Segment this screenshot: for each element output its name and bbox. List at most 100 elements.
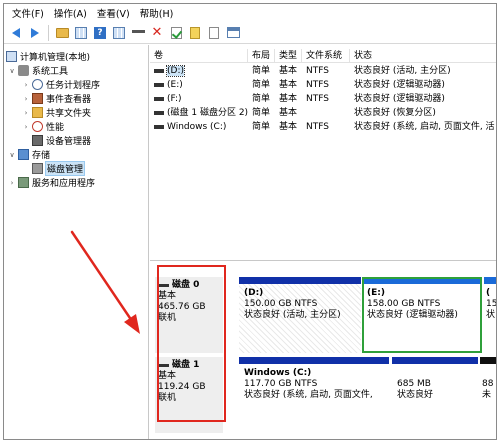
partition-body: (E:) 158.00 GB NTFS 状态良好 (逻辑驱动器) [362,284,482,321]
tree-label: 任务计划程序 [46,81,101,91]
partition-size: 685 MB [397,379,431,389]
chevron-right-icon[interactable]: › [22,81,30,89]
tree-label: 磁盘管理 [44,161,86,176]
menu-view[interactable]: 查看(V) [92,6,135,20]
partition-body: ( 15 状 [484,284,497,321]
chevron-down-icon[interactable]: ∨ [8,151,16,159]
annotation-arrow-icon [70,230,140,334]
properties-button[interactable] [73,25,89,41]
delete-button[interactable]: ✕ [149,25,165,41]
key-icon [131,29,145,36]
table-row[interactable]: (E:) 简单 基本 NTFS 状态良好 (逻辑驱动器) [150,79,496,92]
volume-name: Windows (C:) [167,122,227,132]
tools-icon [18,65,29,76]
menu-file[interactable]: 文件(F) [7,6,49,20]
partition-body: (D:) 150.00 GB NTFS 状态良好 (活动, 主分区) [239,284,361,353]
partition-size: 15 [486,299,497,309]
tree-item-storage[interactable]: ∨ 存储 [8,148,50,161]
chevron-right-icon[interactable]: › [22,123,30,131]
tree-item-root[interactable]: 计算机管理(本地) [6,50,90,63]
cell-volume: (磁盘 1 磁盘分区 2) [150,107,248,120]
cell-volume: (F:) [150,93,248,106]
tree-label: 服务和应用程序 [32,179,96,189]
chevron-right-icon[interactable]: › [8,179,16,187]
table-row[interactable]: (F:) 简单 基本 NTFS 状态良好 (逻辑驱动器) [150,93,496,106]
tree-item-services[interactable]: › 服务和应用程序 [8,176,95,189]
partition-cap [484,277,496,284]
menu-action[interactable]: 操作(A) [49,6,92,20]
partition-size: 117.70 GB NTFS [244,379,318,389]
doc-button[interactable] [187,25,203,41]
window-icon [226,27,240,38]
column-header-volume[interactable]: 卷 [150,49,248,63]
partition-f[interactable]: ( 15 状 [484,277,497,353]
partition-status: 状态良好 [397,390,434,400]
tree-item-performance[interactable]: › 性能 [22,120,64,133]
volume-icon [154,82,164,87]
event-viewer-icon [32,93,43,104]
partition-status: 状态良好 (逻辑驱动器) [367,310,458,320]
partition-d[interactable]: (D:) 150.00 GB NTFS 状态良好 (活动, 主分区) [239,277,361,353]
partition-c[interactable]: Windows (C:) 117.70 GB NTFS 状态良好 (系统, 启动… [239,357,389,433]
view-button[interactable] [111,25,127,41]
table-row[interactable]: (磁盘 1 磁盘分区 2) 简单 基本 状态良好 (恢复分区) [150,107,496,120]
volume-icon [154,124,164,129]
back-button[interactable] [8,25,24,41]
cell-status: 状态良好 (逻辑驱动器) [354,80,445,90]
toolbar-separator [48,24,49,41]
partition-unallocated[interactable]: 88 未 [480,357,496,433]
tree-item-disk-management[interactable]: 磁盘管理 [32,161,86,176]
tree-item-device-manager[interactable]: 设备管理器 [32,134,91,147]
cell-volume: (E:) [150,79,248,92]
column-header-layout[interactable]: 布局 [248,49,275,63]
menu-bar: 文件(F) 操作(A) 查看(V) 帮助(H) [4,4,496,22]
tree-item-task-scheduler[interactable]: › 任务计划程序 [22,78,100,91]
cell-type: 基本 [279,66,298,76]
up-folder-button[interactable] [54,25,70,41]
folder-icon [55,27,69,38]
cell-layout: 简单 [252,94,271,104]
partition-body: 88 未 [480,364,496,401]
partition-e[interactable]: (E:) 158.00 GB NTFS 状态良好 (逻辑驱动器) [362,277,482,353]
window-button[interactable] [225,25,241,41]
toolbar: ? ✕ [4,22,496,44]
connect-button[interactable] [130,25,146,41]
cell-status: 状态良好 (恢复分区) [354,108,436,118]
cell-filesystem [302,107,350,120]
forward-button[interactable] [27,25,43,41]
volume-list-header: 卷 布局 类型 文件系统 状态 [150,49,496,63]
tree-item-shared-folders[interactable]: › 共享文件夹 [22,106,91,119]
volume-icon [154,110,164,115]
column-header-filesystem[interactable]: 文件系统 [302,49,350,63]
help-button[interactable]: ? [92,25,108,41]
partition-name: (D:) [244,288,264,298]
back-icon [12,27,20,38]
computer-management-window: 文件(F) 操作(A) 查看(V) 帮助(H) ? ✕ 计算机管理(本地) ∨ … [3,3,497,440]
doc-alt-button[interactable] [206,25,222,41]
menu-help[interactable]: 帮助(H) [135,6,179,20]
table-row[interactable]: Windows (C:) 简单 基本 NTFS 状态良好 (系统, 启动, 页面… [150,121,496,134]
clock-icon [32,79,43,90]
partition-body: 685 MB 状态良好 [392,364,478,401]
delete-icon: ✕ [151,24,163,40]
chevron-right-icon[interactable]: › [22,109,30,117]
partition-recovery[interactable]: 685 MB 状态良好 [392,357,478,433]
tree-item-system-tools[interactable]: ∨ 系统工具 [8,64,68,77]
help-icon: ? [94,26,106,39]
cell-status: 状态良好 (系统, 启动, 页面文件, 活 [354,122,495,132]
table-row[interactable]: (D:) 简单 基本 NTFS 状态良好 (活动, 主分区) [150,65,496,78]
tree-item-event-viewer[interactable]: › 事件查看器 [22,92,91,105]
chevron-right-icon[interactable]: › [22,95,30,103]
column-header-type[interactable]: 类型 [275,49,302,63]
chevron-down-icon[interactable]: ∨ [8,67,16,75]
column-header-status[interactable]: 状态 [350,49,496,63]
cell-filesystem: NTFS [306,94,329,104]
cell-volume: Windows (C:) [150,121,248,134]
volume-name: (磁盘 1 磁盘分区 2) [167,108,248,118]
volume-icon [154,96,164,101]
check-button[interactable] [168,25,184,41]
cell-volume: (D:) [150,65,248,78]
tree-label: 设备管理器 [46,137,92,147]
doc-alt-icon [209,26,219,39]
cell-type: 基本 [279,108,298,118]
